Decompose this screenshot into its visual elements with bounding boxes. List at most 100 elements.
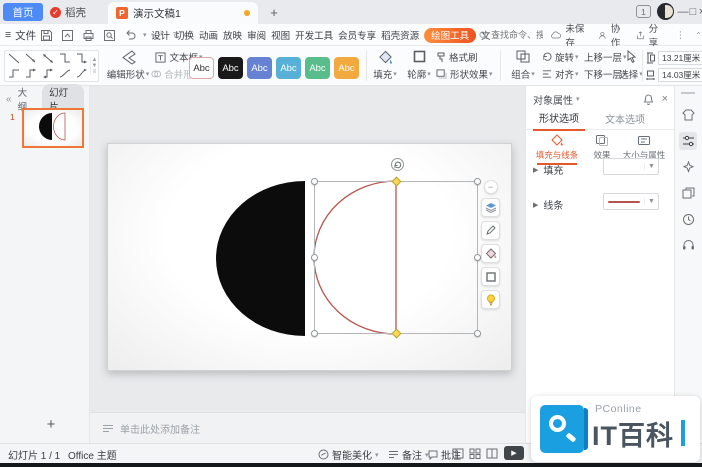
fill-section-header[interactable]: ▶ 填充 (533, 162, 563, 177)
collapse-ribbon-icon[interactable]: ⌃ (695, 31, 702, 40)
search-input[interactable] (491, 30, 543, 40)
line-color-dropdown[interactable]: ▼ (603, 193, 659, 210)
elbow-connector2-icon[interactable] (5, 66, 22, 81)
tab-docer-resources[interactable]: 稻壳资源 (381, 28, 419, 42)
edit-points-button[interactable] (481, 221, 500, 240)
shape-style-swatch-2[interactable]: Abc (218, 57, 243, 79)
s-curve-arrow-icon[interactable] (73, 66, 90, 81)
quick-outline-button[interactable] (481, 267, 500, 286)
rail-service-button[interactable] (679, 236, 697, 254)
resize-handle-middle-left[interactable] (311, 254, 318, 261)
user-avatar[interactable] (657, 3, 674, 20)
subtab-size-properties[interactable]: 大小与属性 (618, 134, 670, 161)
tab-text-options[interactable]: 文本选项 (599, 109, 651, 130)
export-icon[interactable] (59, 27, 75, 43)
collapse-panel-icon[interactable]: « (6, 94, 12, 105)
tab-view[interactable]: 视图 (271, 28, 290, 42)
close-button[interactable]: × (696, 4, 702, 19)
shape-width-field[interactable]: 14.03厘米 (658, 68, 702, 82)
tab-developer[interactable]: 开发工具 (295, 28, 333, 42)
fill-color-dropdown[interactable]: ▼ (603, 158, 659, 175)
shape-style-swatch-4[interactable]: Abc (276, 57, 301, 79)
tab-design[interactable]: 设计 (151, 28, 170, 42)
panel-title-dropdown-icon[interactable]: ▾ (576, 95, 580, 103)
rotate-button[interactable]: 旋转▾ (542, 50, 579, 64)
line-shape-icon[interactable] (5, 51, 22, 66)
elbow-arrow-connector-icon[interactable] (73, 51, 90, 66)
align-button[interactable]: 对齐▾ (542, 67, 579, 81)
tab-document[interactable]: P 演示文稿1 (108, 2, 258, 24)
toggle-notes-button[interactable]: 备注▾ (388, 447, 429, 462)
file-menu[interactable]: ≡ 文件 (5, 24, 36, 46)
undo-dropdown-icon[interactable]: ▾ (143, 31, 147, 39)
play-slideshow-button[interactable]: ▶ (504, 446, 524, 460)
print-preview-icon[interactable] (101, 27, 117, 43)
resize-handle-middle-right[interactable] (474, 254, 481, 261)
shape-height-field[interactable]: 13.21厘米 (658, 51, 702, 65)
smart-beautify-button[interactable]: 智能美化▾ (318, 447, 379, 462)
tab-transition[interactable]: 切换 (175, 28, 194, 42)
tab-member[interactable]: 会员专享 (338, 28, 376, 42)
resize-handle-bottom-left[interactable] (311, 330, 318, 337)
elbow-connector-icon[interactable] (56, 51, 73, 66)
new-tab-button[interactable]: + (266, 4, 282, 20)
save-icon[interactable] (38, 27, 54, 43)
tab-docer[interactable]: ✓ 稻壳 (50, 3, 86, 21)
tab-slideshow[interactable]: 放映 (223, 28, 242, 42)
outline-group[interactable]: 轮廓▾ (404, 50, 434, 81)
slide-canvas[interactable] (107, 143, 512, 371)
shape-style-swatch-3[interactable]: Abc (247, 57, 272, 79)
curve-connector-icon[interactable] (56, 66, 73, 81)
rail-handle[interactable] (681, 92, 695, 94)
tab-shape-options[interactable]: 形状选项 (533, 108, 585, 131)
rail-skin-button[interactable] (679, 106, 697, 124)
smart-suggest-button[interactable] (481, 290, 500, 309)
tab-drawing-tools[interactable]: 绘图工具 (424, 28, 476, 43)
print-icon[interactable] (80, 27, 96, 43)
layer-button[interactable] (481, 198, 500, 217)
selection-bounding-box[interactable] (314, 181, 478, 334)
notification-badge[interactable]: 1 (636, 5, 651, 18)
command-search[interactable] (479, 27, 545, 43)
double-arrow-shape-icon[interactable] (39, 51, 56, 66)
shape-effects-button[interactable]: 形状效果▾ (436, 67, 493, 81)
group-button[interactable]: 组合▾ (511, 67, 535, 81)
pin-bell-icon[interactable] (643, 94, 654, 105)
normal-view-button[interactable] (452, 448, 464, 459)
tab-review[interactable]: 审阅 (247, 28, 266, 42)
resize-handle-bottom-right[interactable] (474, 330, 481, 337)
rotate-handle[interactable] (391, 158, 404, 171)
tab-animation[interactable]: 动画 (199, 28, 218, 42)
more-options-icon[interactable]: ⋮ (676, 30, 686, 41)
reading-view-button[interactable] (486, 448, 498, 459)
slide-sorter-view-button[interactable] (469, 448, 481, 459)
slide-thumbnail[interactable] (22, 108, 84, 148)
notes-bar[interactable]: 单击此处添加备注 (90, 412, 525, 443)
close-panel-icon[interactable]: × (662, 93, 668, 105)
undo-icon[interactable] (122, 27, 138, 43)
collaborate-button[interactable]: 协作 (611, 21, 626, 49)
elbow-arrow2-icon[interactable] (22, 66, 39, 81)
shape-gallery[interactable]: ▲▼≡ (4, 50, 99, 82)
subtab-effects[interactable]: 效果 (588, 134, 616, 161)
quick-fill-button[interactable] (481, 244, 500, 263)
rail-help-button[interactable] (679, 210, 697, 228)
edit-shape-group[interactable]: 编辑形状▾ (104, 50, 152, 81)
fill-group[interactable]: 填充▾ (370, 50, 400, 81)
line-section-header[interactable]: ▶ 线条 (533, 197, 563, 212)
theme-name[interactable]: Office 主题 (68, 447, 117, 462)
editing-canvas[interactable]: − 单击此处添加备注 (90, 86, 525, 443)
select-button[interactable]: 选择▾ (619, 67, 643, 81)
subtab-fill-and-line[interactable]: 填充与线条 (531, 134, 583, 165)
resize-handle-top-left[interactable] (311, 178, 318, 185)
rail-properties-button[interactable] (679, 132, 697, 150)
shape-gallery-scroll[interactable]: ▲▼≡ (90, 57, 98, 75)
collapse-toolbar-button[interactable]: − (484, 180, 498, 194)
format-painter-button[interactable]: 格式刷 (436, 50, 478, 64)
shape-style-swatch-1[interactable]: Abc (189, 57, 214, 79)
rail-pages-button[interactable] (679, 184, 697, 202)
share-button[interactable]: 分享 (649, 21, 664, 49)
shape-style-swatch-5[interactable]: Abc (305, 57, 330, 79)
resize-handle-top-right[interactable] (474, 178, 481, 185)
add-slide-button[interactable]: + (42, 415, 60, 433)
